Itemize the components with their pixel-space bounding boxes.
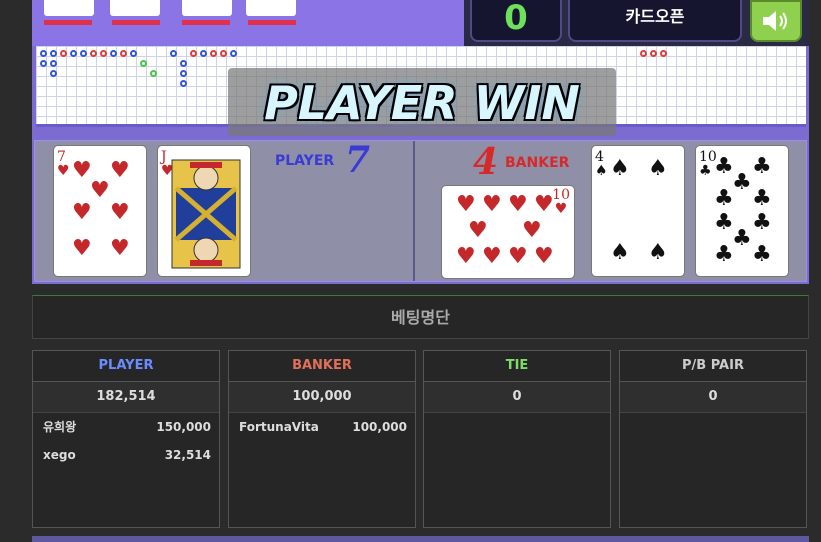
result-banner-text: PLAYER WIN <box>264 76 580 130</box>
bet-row: xego 32,514 <box>33 441 219 469</box>
banker-score: 4 <box>473 141 499 183</box>
bottom-bar <box>32 536 809 542</box>
mini-card-shadow <box>182 20 230 25</box>
bet-column-tie: TIE 0 <box>423 350 611 528</box>
mini-card <box>182 0 232 16</box>
banker-label: BANKER <box>505 155 570 171</box>
betting-list-title: 베팅명단 <box>32 295 809 339</box>
bet-column-total: 0 <box>424 382 610 413</box>
card-open-button[interactable]: 카드오픈 <box>568 0 742 42</box>
card-table: 7♥ ♥ ♥ ♥ ♥ ♥ ♥ ♥ J♥ PLAYER 7 4 BANKER <box>34 139 807 282</box>
bet-row: 유희왕 150,000 <box>33 413 219 441</box>
road-marker <box>210 50 217 57</box>
road-marker <box>130 50 137 57</box>
game-board: 0 카드오픈 7 ♥ ♥ ♥ ♥ ♥ ♥ ♥ ♥ J ♥ PLAYER 7 4 … <box>32 0 809 284</box>
bet-column-header: BANKER <box>229 351 415 382</box>
bet-column-total: 100,000 <box>229 382 415 413</box>
road-marker <box>180 70 187 77</box>
banker-card-3: 10 ♣ ♣ ♣ ♣ ♣ ♣ ♣ ♣ ♣ ♣ ♣ <box>695 145 789 277</box>
road-marker <box>180 60 187 67</box>
road-marker <box>200 50 207 57</box>
road-marker <box>110 50 117 57</box>
bet-amount: 32,514 <box>164 448 211 462</box>
bet-column-header: PLAYER <box>33 351 219 382</box>
result-banner: PLAYER WIN <box>228 68 616 136</box>
road-marker <box>180 80 187 87</box>
road-marker <box>50 60 57 67</box>
bet-row: FortunaVita 100,000 <box>229 413 415 441</box>
bettor-name: xego <box>43 448 76 462</box>
road-marker <box>640 50 647 57</box>
bet-column-header: P/B PAIR <box>620 351 806 382</box>
speaker-icon <box>763 11 787 31</box>
road-marker <box>140 60 147 67</box>
banker-card-1: 10 ♥ ♥ ♥ ♥ ♥ ♥ ♥ ♥ ♥ ♥ ♥ <box>441 185 575 279</box>
bet-column-total: 182,514 <box>33 382 219 413</box>
road-marker <box>40 50 47 57</box>
road-marker <box>220 50 227 57</box>
road-marker <box>100 50 107 57</box>
road-marker <box>40 60 47 67</box>
road-marker <box>80 50 87 57</box>
bettor-name: 유희왕 <box>43 420 77 434</box>
bettor-name: FortunaVita <box>239 420 319 434</box>
bet-column-header: TIE <box>424 351 610 382</box>
bet-column-player: PLAYER 182,514 유희왕 150,000 xego 32,514 <box>32 350 220 528</box>
mini-card-shadow <box>248 20 296 25</box>
road-marker <box>230 50 237 57</box>
mini-card <box>110 0 160 16</box>
top-bar: 0 카드오픈 <box>32 0 809 46</box>
bet-column-banker: BANKER 100,000 FortunaVita 100,000 <box>228 350 416 528</box>
player-card-2: J ♥ <box>157 145 251 277</box>
jack-face-icon <box>171 159 241 269</box>
bet-column-pair: P/B PAIR 0 <box>619 350 807 528</box>
mini-card-shadow <box>44 20 92 25</box>
road-marker <box>60 50 67 57</box>
sound-button[interactable] <box>750 0 802 42</box>
player-score: 7 <box>345 139 371 181</box>
road-marker <box>170 50 177 57</box>
road-marker <box>660 50 667 57</box>
banker-card-2: 4 ♠ ♠ ♠ ♠ ♠ <box>591 145 685 277</box>
mini-card <box>246 0 296 16</box>
control-panel: 0 카드오픈 <box>464 0 809 46</box>
bet-amount: 100,000 <box>352 420 407 434</box>
road-marker <box>70 50 77 57</box>
road-marker <box>150 70 157 77</box>
mini-card-shadow <box>112 20 160 25</box>
road-marker <box>650 50 657 57</box>
mini-card <box>44 0 94 16</box>
road-marker <box>50 70 57 77</box>
bet-column-total: 0 <box>620 382 806 413</box>
score-display: 0 <box>470 0 562 42</box>
road-marker <box>50 50 57 57</box>
road-marker <box>120 50 127 57</box>
player-card-1: 7 ♥ ♥ ♥ ♥ ♥ ♥ ♥ ♥ <box>53 145 147 277</box>
road-marker <box>190 50 197 57</box>
player-label: PLAYER <box>275 153 335 169</box>
road-marker <box>90 50 97 57</box>
bet-amount: 150,000 <box>156 420 211 434</box>
